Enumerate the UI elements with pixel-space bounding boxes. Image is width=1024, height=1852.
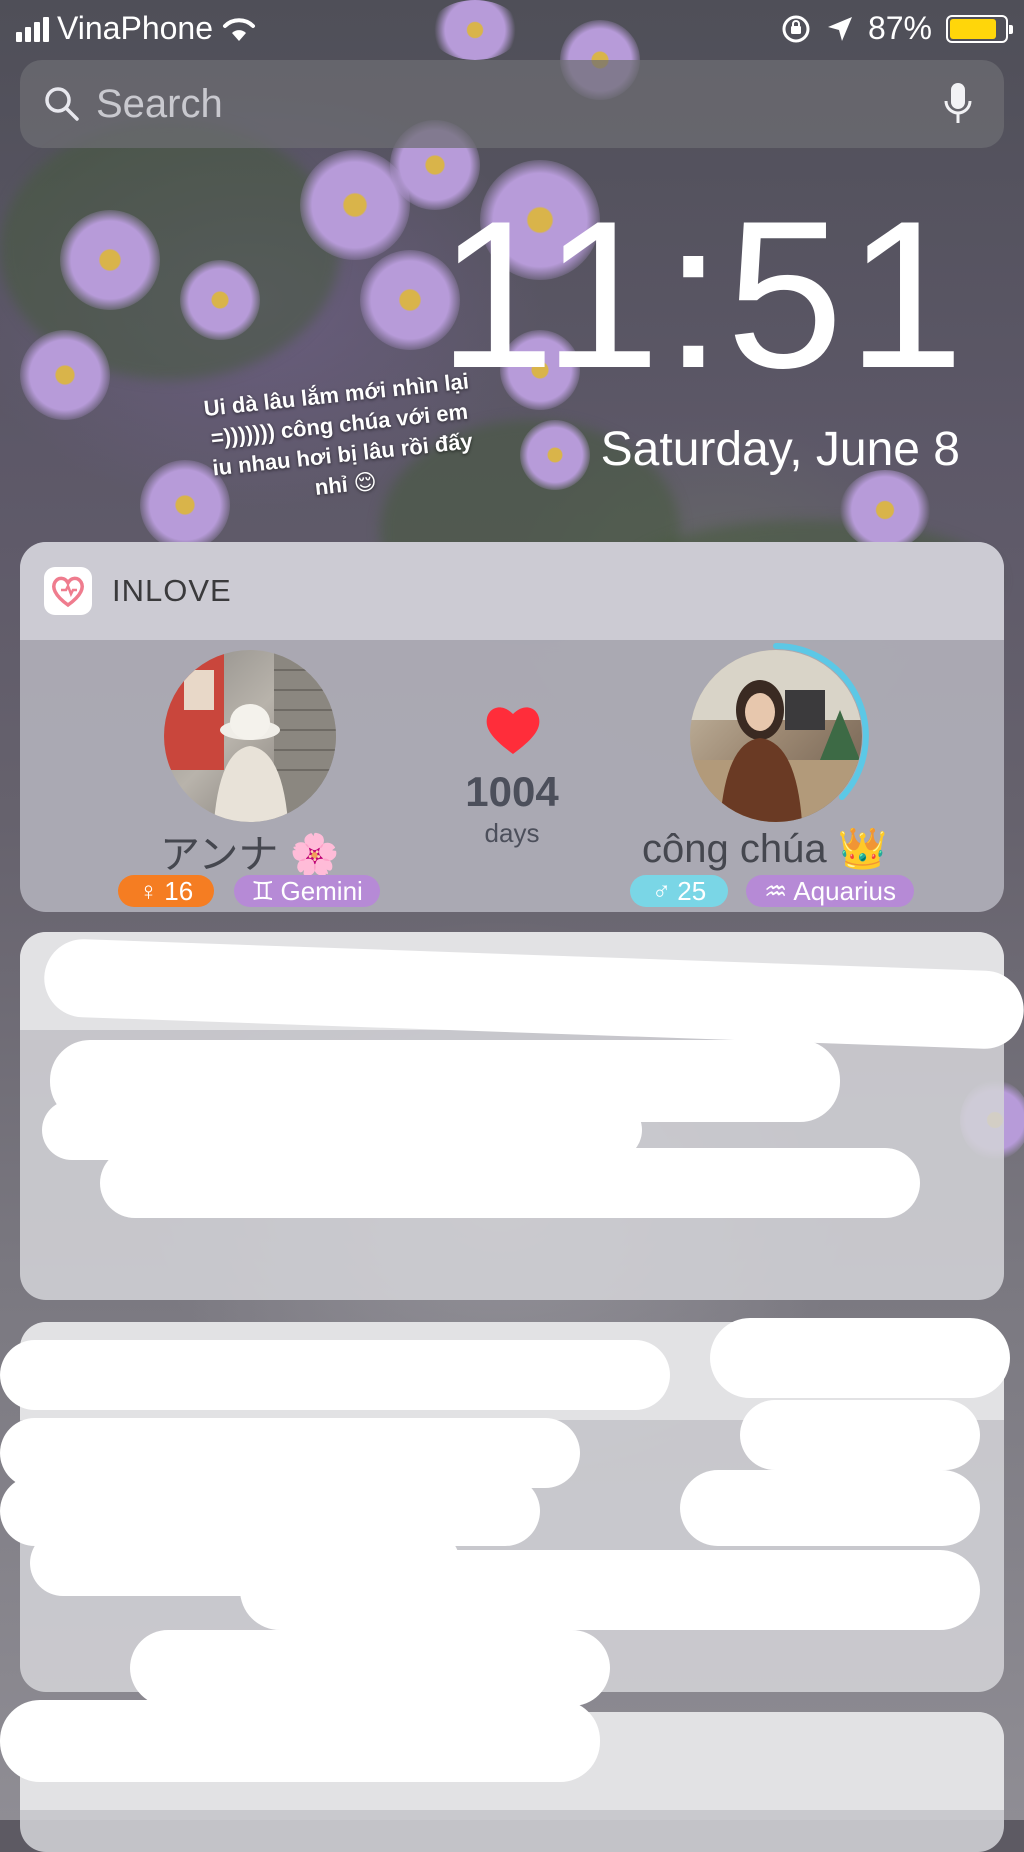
- status-bar: VinaPhone 87%: [0, 0, 1024, 58]
- carrier-name: VinaPhone: [57, 10, 213, 46]
- zodiac-name: Gemini: [280, 875, 363, 906]
- inlove-widget[interactable]: INLOVE 1004 days アンナ 🌸 công chúa 👑 ♀ 16 …: [20, 542, 1004, 912]
- battery-percent: 87%: [867, 10, 932, 46]
- aquarius-icon: ♒︎: [764, 875, 788, 906]
- left-person-zodiac-badge: ♊︎ Gemini: [234, 875, 380, 907]
- search-placeholder: Search: [96, 81, 223, 126]
- inlove-app-icon: [44, 567, 92, 615]
- heart-icon: [486, 707, 540, 754]
- gemini-icon: ♊︎: [251, 875, 275, 906]
- wifi-icon: [223, 17, 255, 41]
- search-icon: [45, 87, 79, 121]
- days-together-count: 1004: [465, 768, 559, 815]
- right-person-age-badge: ♂ 25: [630, 875, 728, 907]
- right-person-zodiac-badge: ♒︎ Aquarius: [746, 875, 914, 907]
- right-person-name: công chúa 👑: [642, 827, 888, 871]
- widget-app-name: INLOVE: [112, 573, 232, 608]
- location-arrow-icon: [827, 16, 852, 41]
- male-icon: ♂: [651, 875, 672, 906]
- age-value: 25: [677, 875, 707, 906]
- lock-screen-date: Saturday, June 8: [600, 423, 960, 476]
- signal-icon: [16, 16, 49, 42]
- widget-header[interactable]: INLOVE: [20, 542, 1004, 640]
- battery-fill: [950, 18, 997, 39]
- left-person-name: アンナ 🌸: [160, 833, 340, 877]
- lock-screen-time: 11:51: [438, 177, 968, 412]
- age-value: 16: [164, 875, 194, 906]
- left-person-age-badge: ♀ 16: [118, 875, 214, 907]
- microphone-icon[interactable]: [942, 81, 974, 127]
- search-bar[interactable]: Search: [20, 60, 1004, 148]
- female-icon: ♀: [138, 875, 159, 906]
- orientation-lock-icon: [782, 15, 810, 42]
- battery-icon: [946, 14, 1013, 43]
- zodiac-name: Aquarius: [793, 875, 896, 906]
